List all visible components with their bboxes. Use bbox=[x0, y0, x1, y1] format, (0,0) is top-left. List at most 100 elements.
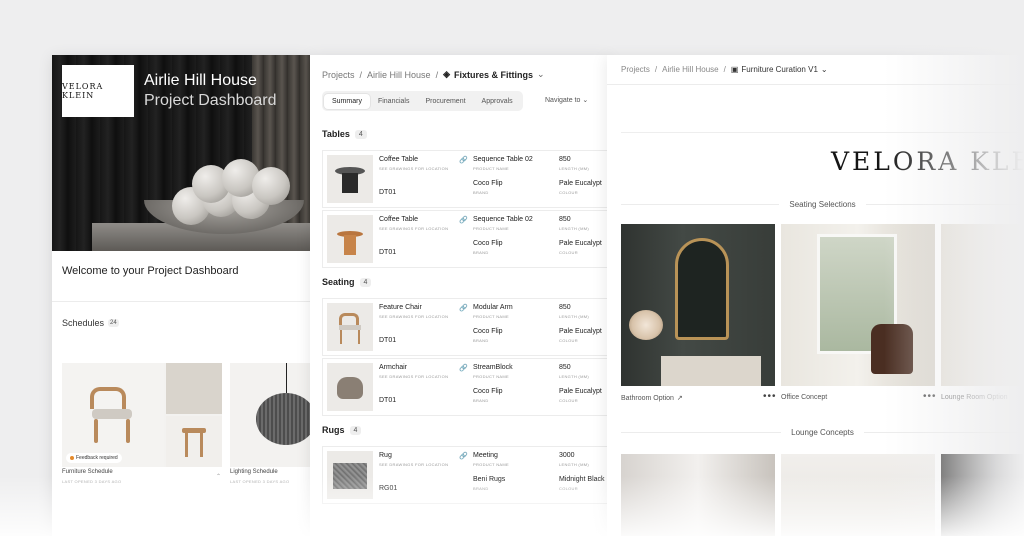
length-value: 850 bbox=[559, 304, 571, 311]
basin-shape bbox=[661, 356, 761, 386]
item-sub: SEE DRAWINGS FOR LOCATION bbox=[379, 462, 449, 467]
link-icon[interactable]: 🔗 bbox=[459, 304, 468, 312]
link-icon[interactable]: 🔗 bbox=[459, 216, 468, 224]
brand-value: Coco Flip bbox=[473, 388, 503, 395]
item-code: RG01 bbox=[379, 485, 398, 492]
stool-leg-shape bbox=[200, 433, 203, 457]
item-name: Feature Chair bbox=[379, 304, 422, 311]
breadcrumb-projects[interactable]: Projects bbox=[621, 65, 650, 74]
breadcrumb-project[interactable]: Airlie Hill House bbox=[367, 70, 431, 80]
tab-approvals[interactable]: Approvals bbox=[474, 94, 521, 109]
breadcrumb-separator: / bbox=[723, 65, 726, 74]
stool-thumbnail bbox=[166, 416, 222, 467]
breadcrumb-projects[interactable]: Projects bbox=[322, 70, 355, 80]
lounge-room-option-image[interactable] bbox=[941, 224, 1024, 386]
more-options-icon[interactable]: ••• bbox=[763, 391, 777, 402]
divider bbox=[863, 431, 1024, 433]
furniture-schedule-card[interactable]: Feedback required bbox=[62, 363, 222, 467]
rug-shape bbox=[333, 463, 367, 489]
image-caption-text: Bathroom Option bbox=[621, 394, 674, 402]
divider bbox=[621, 132, 1024, 133]
table-row[interactable]: Coffee Table SEE DRAWINGS FOR LOCATION D… bbox=[322, 150, 610, 208]
feedback-text: Feedback required bbox=[76, 455, 118, 461]
layers-icon: ◈ bbox=[443, 69, 450, 79]
breadcrumb-current[interactable]: ▣ Furniture Curation V1 ⌄ bbox=[731, 65, 828, 74]
welcome-heading: Welcome to your Project Dashboard bbox=[62, 265, 239, 277]
breadcrumb-separator: / bbox=[654, 65, 658, 74]
chevron-down-icon: ⌄ bbox=[582, 97, 589, 104]
breadcrumb-separator: / bbox=[359, 69, 363, 80]
colour-value: Midnight Black bbox=[559, 476, 605, 483]
link-icon[interactable]: 🔗 bbox=[459, 364, 468, 372]
external-link-icon[interactable]: ↗ bbox=[677, 394, 683, 402]
chair-thumbnail-small bbox=[166, 363, 222, 414]
breadcrumb-project[interactable]: Airlie Hill House bbox=[662, 65, 718, 74]
furniture-schedule-label[interactable]: Furniture Schedule bbox=[62, 469, 113, 475]
section-heading-seating-selections: Seating Selections bbox=[621, 198, 1024, 210]
length-label: LENGTH (MM) bbox=[559, 462, 589, 467]
screenshot-stage: VELORA KLEIN Airlie Hill House Project D… bbox=[0, 0, 1024, 536]
length-value: 3000 bbox=[559, 452, 575, 459]
expand-icon[interactable]: ⌃ bbox=[216, 473, 221, 480]
chevron-down-icon: ⌄ bbox=[820, 65, 828, 74]
breadcrumb-current-label: Furniture Curation V1 bbox=[741, 65, 818, 74]
colour-label: COLOUR bbox=[559, 190, 578, 195]
chair-leg-shape bbox=[126, 419, 130, 443]
link-icon[interactable]: 🔗 bbox=[459, 156, 468, 164]
lighting-schedule-sub: LAST OPENED 3 DAYS AGO bbox=[230, 479, 290, 484]
section-count-badge: 4 bbox=[354, 129, 367, 139]
brand-logo-text: VELORA KLEIN bbox=[62, 82, 104, 100]
chair-leg-shape bbox=[358, 330, 360, 344]
brand-logo[interactable]: VELORA KLEIN bbox=[62, 65, 134, 117]
link-icon[interactable]: 🔗 bbox=[459, 452, 468, 460]
tab-summary[interactable]: Summary bbox=[324, 93, 370, 109]
colour-label: COLOUR bbox=[559, 250, 578, 255]
breadcrumb: Projects / Airlie Hill House / ◈ Fixture… bbox=[322, 69, 545, 80]
lounge-concept-image[interactable] bbox=[621, 454, 775, 536]
sphere-decoration bbox=[252, 167, 290, 205]
chair-seat-shape bbox=[92, 409, 132, 419]
feedback-required-badge: Feedback required bbox=[66, 453, 122, 463]
bathroom-option-image[interactable] bbox=[621, 224, 775, 386]
table-row[interactable]: Feature Chair SEE DRAWINGS FOR LOCATION … bbox=[322, 298, 610, 356]
chair-back-shape bbox=[90, 387, 126, 409]
lighting-schedule-card[interactable] bbox=[230, 363, 310, 467]
schedules-label: Schedules bbox=[62, 318, 105, 328]
table-row[interactable]: Armchair SEE DRAWINGS FOR LOCATION DT01 … bbox=[322, 358, 610, 416]
navigate-to-dropdown[interactable]: Navigate to ⌄ bbox=[545, 96, 588, 104]
lounge-concept-image[interactable] bbox=[941, 454, 1024, 536]
table-base-shape bbox=[344, 235, 356, 255]
more-options-icon[interactable]: ••• bbox=[923, 391, 937, 402]
divider bbox=[865, 203, 1024, 205]
fixtures-panel: Projects / Airlie Hill House / ◈ Fixture… bbox=[310, 55, 610, 536]
image-caption[interactable]: Office Concept bbox=[781, 394, 827, 401]
product-name-label: PRODUCT NAME bbox=[473, 166, 509, 171]
divider bbox=[52, 301, 310, 302]
item-sub: SEE DRAWINGS FOR LOCATION bbox=[379, 374, 449, 379]
image-caption[interactable]: Bathroom Option ↗ bbox=[621, 394, 683, 403]
breadcrumb-current[interactable]: ◈ Fixtures & Fittings ⌄ bbox=[443, 69, 544, 80]
item-name: Coffee Table bbox=[379, 156, 419, 163]
brand-label: BRAND bbox=[473, 398, 489, 403]
dashboard-panel: VELORA KLEIN Airlie Hill House Project D… bbox=[52, 55, 310, 536]
project-subtitle: Project Dashboard bbox=[144, 92, 277, 109]
tab-financials[interactable]: Financials bbox=[370, 94, 418, 109]
item-sub: SEE DRAWINGS FOR LOCATION bbox=[379, 226, 449, 231]
item-code: DT01 bbox=[379, 189, 397, 196]
colour-value: Pale Eucalypt bbox=[559, 328, 602, 335]
lighting-schedule-label[interactable]: Lighting Schedule bbox=[230, 469, 278, 475]
tab-procurement[interactable]: Procurement bbox=[417, 94, 473, 109]
length-label: LENGTH (MM) bbox=[559, 314, 589, 319]
lamp-cord-shape bbox=[286, 363, 287, 393]
length-value: 850 bbox=[559, 364, 571, 371]
lounge-concept-image[interactable] bbox=[781, 454, 935, 536]
office-concept-image[interactable] bbox=[781, 224, 935, 386]
image-caption[interactable]: Lounge Room Option bbox=[941, 394, 1008, 401]
table-row[interactable]: Rug SEE DRAWINGS FOR LOCATION RG01 🔗 Mee… bbox=[322, 446, 610, 504]
breadcrumb-separator: / bbox=[435, 69, 439, 80]
length-label: LENGTH (MM) bbox=[559, 166, 589, 171]
project-title: Airlie Hill House bbox=[144, 72, 257, 89]
section-heading-lounge-concepts: Lounge Concepts bbox=[621, 426, 1024, 438]
table-row[interactable]: Coffee Table SEE DRAWINGS FOR LOCATION D… bbox=[322, 210, 610, 268]
furniture-schedule-sub: LAST OPENED 3 DAYS AGO bbox=[62, 479, 122, 484]
